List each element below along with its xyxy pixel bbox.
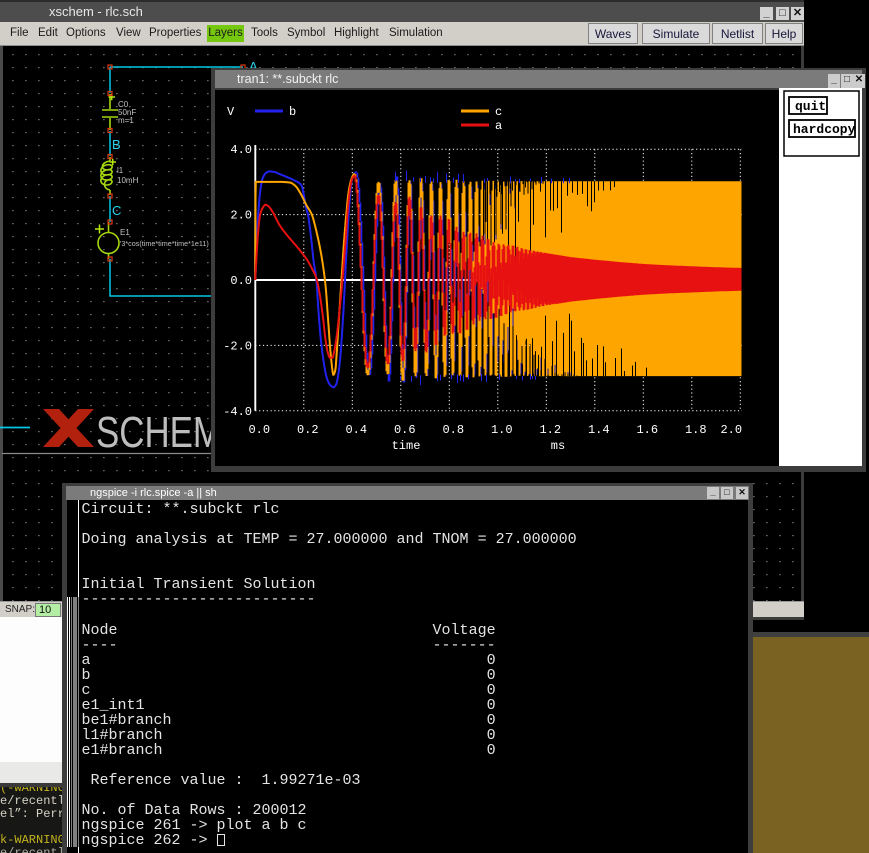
svg-text:0.0: 0.0 xyxy=(248,423,270,437)
svg-text:'3*cos(time*time*time*1e11): '3*cos(time*time*time*1e11) xyxy=(120,239,209,248)
svg-text:V: V xyxy=(227,105,235,119)
svg-text:C: C xyxy=(112,203,121,218)
svg-text:B: B xyxy=(112,137,121,152)
svg-text:c: c xyxy=(495,105,502,119)
svg-text:a: a xyxy=(495,119,502,133)
svg-text:10mH: 10mH xyxy=(117,176,139,185)
svg-text:hardcopy: hardcopy xyxy=(793,122,856,137)
svg-text:0.4: 0.4 xyxy=(345,423,367,437)
svg-text:m=1: m=1 xyxy=(118,116,134,125)
svg-text:time: time xyxy=(392,439,421,453)
svg-text:-2.0: -2.0 xyxy=(223,339,252,353)
svg-text:0.2: 0.2 xyxy=(297,423,319,437)
svg-text:0.8: 0.8 xyxy=(442,423,464,437)
svg-text:1.6: 1.6 xyxy=(636,423,658,437)
svg-text:b: b xyxy=(289,105,296,119)
svg-text:ms: ms xyxy=(551,439,565,453)
svg-text:SCHEM: SCHEM xyxy=(96,408,222,457)
svg-text:1.2: 1.2 xyxy=(539,423,561,437)
svg-text:2.0: 2.0 xyxy=(720,423,742,437)
svg-text:0.0: 0.0 xyxy=(230,274,252,288)
svg-text:1.0: 1.0 xyxy=(491,423,513,437)
svg-text:0.6: 0.6 xyxy=(394,423,416,437)
svg-text:4.0: 4.0 xyxy=(230,143,252,157)
svg-text:-4.0: -4.0 xyxy=(223,405,252,419)
svg-text:E1: E1 xyxy=(120,228,130,237)
svg-text:1.8: 1.8 xyxy=(685,423,707,437)
svg-text:2.0: 2.0 xyxy=(230,209,252,223)
svg-text:l1: l1 xyxy=(117,166,124,175)
svg-text:1.4: 1.4 xyxy=(588,423,610,437)
svg-text:quit: quit xyxy=(795,99,826,114)
